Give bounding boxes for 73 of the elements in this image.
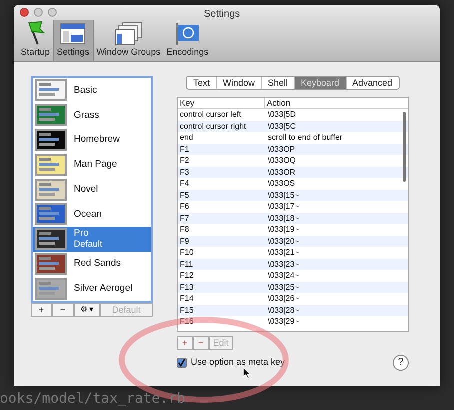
- table-cell-text: F7: [179, 212, 190, 224]
- table-cell-text: F3: [179, 166, 190, 178]
- table-cell-text: F2: [179, 155, 190, 166]
- add-button[interactable]: +: [177, 336, 193, 350]
- background-text: ooks/model/tax_rate.rb: [0, 390, 186, 409]
- profile-item[interactable]: Red Sands: [33, 252, 151, 276]
- table-cell-text: \033[21~: [267, 247, 300, 258]
- close-button[interactable]: [20, 8, 29, 17]
- table-cell-text: control cursor right: [179, 120, 248, 132]
- gear-menu-button[interactable]: ⚙ ▾: [74, 303, 100, 317]
- table-cell-text: \033[28~: [267, 304, 300, 316]
- tab[interactable]: Window: [216, 77, 261, 89]
- tab[interactable]: Advanced: [346, 77, 399, 89]
- checkbox-label: Use option as meta key: [191, 356, 286, 370]
- table-cell-text: end: [179, 132, 194, 144]
- table-cell-text: F4: [179, 178, 190, 190]
- column-header[interactable]: Action: [265, 98, 408, 108]
- table-cell-text: F5: [179, 190, 190, 201]
- table-cell-text: \033OR: [267, 166, 296, 178]
- window-title: Settings: [204, 8, 240, 22]
- table-cell-text: \033[5D: [267, 109, 296, 120]
- table-cell-text: F1: [179, 144, 190, 155]
- cursor-icon: [243, 367, 251, 379]
- table-cell-text: \033OQ: [267, 155, 296, 166]
- checkmark-icon: [178, 359, 186, 367]
- toolbar-tab[interactable]: Startup: [18, 20, 54, 61]
- table-cell-text: F14: [179, 293, 195, 304]
- table-cell-text: \033[20~: [267, 236, 300, 247]
- table-cell-text: \033[5C: [267, 120, 296, 132]
- table-cell-text: \033[29~: [267, 316, 300, 328]
- table-cell-text: F11: [179, 258, 194, 270]
- help-button[interactable]: ?: [393, 355, 409, 371]
- toolbar-tab[interactable]: Settings: [53, 20, 94, 61]
- profile-item[interactable]: Grass: [33, 102, 151, 128]
- remove-button[interactable]: −: [52, 303, 74, 317]
- table-cell-text: F12: [179, 270, 195, 282]
- scrollbar: [403, 112, 406, 182]
- profile-item[interactable]: Silver Aerogel: [33, 276, 151, 301]
- table-cell-text: \033[26~: [267, 293, 300, 304]
- remove-button[interactable]: −: [193, 336, 209, 350]
- profile-item[interactable]: Man Page: [33, 152, 151, 178]
- table-cell-text: F8: [179, 224, 190, 236]
- table-cell-text: \033OP: [267, 144, 296, 155]
- table-cell-text: F10: [179, 247, 195, 258]
- profile-item[interactable]: Homebrew: [33, 128, 151, 152]
- tab[interactable]: Text: [187, 77, 216, 89]
- column-header[interactable]: Key: [178, 98, 265, 108]
- table-cell-text: \033[19~: [267, 224, 300, 236]
- table-cell-text: \033[15~: [267, 190, 300, 201]
- profile-item[interactable]: Basic: [33, 78, 151, 103]
- toolbar-tab[interactable]: Encodings: [164, 20, 212, 61]
- table-cell-text: \033OS: [267, 178, 296, 190]
- window-icon: [60, 22, 86, 46]
- profile-item[interactable]: Pro Default: [33, 226, 151, 252]
- table-cell-text: F16: [179, 316, 195, 328]
- table-cell-text: \033[24~: [267, 270, 300, 282]
- table-cell-text: F13: [179, 282, 195, 293]
- checkbox[interactable]: [177, 358, 187, 368]
- table-cell-text: \033[17~: [267, 201, 300, 212]
- table-cell-text: \033[25~: [267, 282, 300, 293]
- windows-icon: [114, 22, 143, 46]
- table-cell-text: control cursor left: [179, 109, 242, 120]
- table-cell-text: F15: [179, 304, 195, 316]
- profile-item[interactable]: Ocean: [33, 202, 151, 227]
- table-cell-text: F9: [179, 236, 190, 247]
- table-cell-text: \033[18~: [267, 212, 300, 224]
- add-button[interactable]: +: [31, 303, 52, 317]
- table-cell-text: scroll to end of buffer: [267, 132, 343, 144]
- toolbar-tab[interactable]: Window Groups: [94, 20, 164, 61]
- table-cell-text: F6: [179, 201, 190, 212]
- table-cell-text: \033[23~: [267, 258, 300, 270]
- profile-item[interactable]: Novel: [33, 177, 151, 202]
- flag-icon: [174, 22, 201, 46]
